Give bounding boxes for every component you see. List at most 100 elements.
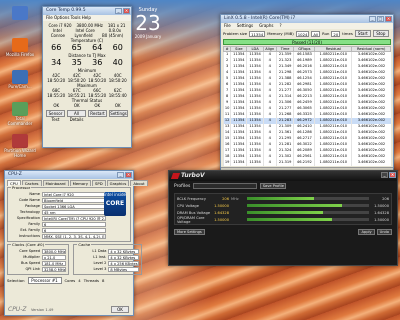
cores-value: 4 [78,278,81,283]
all-details-button[interactable]: All Details [67,110,86,122]
table-row[interactable]: 13 11354 11354 4 21.309 46.2410 1.080211e-010 3… [222,123,391,130]
column-header[interactable]: Residual (norm) [351,46,391,52]
desktop-icon-purecam[interactable]: Pure/Cam... [3,70,37,89]
threads-label: Threads [83,278,99,283]
linx-titlebar[interactable]: LinX 0.5.8 - Intel(R) Core(TM) i7 _ □ × [221,15,393,23]
table-row[interactable]: 4 11354 11354 4 21.298 46.2573 1.080211e-010 3.… [222,69,391,76]
slider-fill [247,218,333,221]
minimize-button[interactable]: _ [369,16,376,22]
coretemp-titlebar[interactable]: Core Temp 0.99.5 _ × [43,7,131,15]
table-cell: 21.361 [275,129,294,136]
table-row[interactable]: 5 11354 11354 4 21.388 46.1254 1.080211e-010 3.… [222,75,391,82]
table-row[interactable]: 3 11354 11354 4 21.349 46.2016 1.080211e-010 3.… [222,63,391,70]
table-cell: 11354 [246,93,264,100]
calendar-gadget[interactable]: Sunday 23 2009 January [133,6,163,44]
ok-button[interactable]: OK [111,306,129,313]
table-cell: 46.2561 [293,153,315,160]
table-row[interactable]: 10 11354 11354 4 21.277 46.3065 1.080211e-010 3… [222,105,391,112]
group-title: Clocks (Core #0) [11,242,46,247]
table-cell: 19 [222,159,231,166]
close-button[interactable]: × [385,16,392,22]
setting-target[interactable]: 1.50000 [371,204,389,208]
setting-target[interactable]: 1.50000 [371,218,389,222]
problem-size-input[interactable]: 11354 [249,30,266,37]
restart-button[interactable]: Restart [88,110,107,117]
info-value: 6 [42,221,106,227]
table-row[interactable]: 19 11354 11354 4 21.319 46.2192 1.080211e-010 3… [222,159,391,166]
table-cell: 11354 [230,51,247,58]
table-cell: 11354 [246,129,264,136]
max-time: 18:55:40 [108,93,127,98]
save-profile-button[interactable]: Save Profile [260,183,287,189]
close-button[interactable]: × [389,172,396,178]
undo-button[interactable]: Undo [376,229,392,235]
tab-mainboard[interactable]: Mainboard [42,180,69,186]
info-label: Code Name [19,198,40,202]
table-row[interactable]: 7 11354 11354 4 21.277 46.3050 1.080211e-010 3.… [222,87,391,94]
setting-slider[interactable] [247,204,369,207]
table-row[interactable]: 15 11354 11354 4 21.295 46.2717 1.080211e-010 3… [222,135,391,142]
tab-graphics[interactable]: Graphics [106,180,130,186]
table-cell: 11354 [230,93,247,100]
core0-dist: 34 [51,58,62,67]
setting-target[interactable]: 206 [371,197,389,201]
setting-target[interactable]: 1.64328 [371,211,389,215]
tab-memory[interactable]: Memory [69,180,92,186]
sensor-test-button[interactable]: Sensor Test [46,110,65,122]
info-label: QPI Link [25,267,40,271]
status-value: OK [94,103,101,108]
voltage-settings: BCLK Frequency 206 MHz 206 CPU Voltage 1.5000… [174,193,392,225]
menu-graphs[interactable]: Graphs [259,23,273,29]
close-button[interactable]: × [125,172,132,178]
table-row[interactable]: 18 11354 11354 4 21.302 46.2561 1.080211e-010 3… [222,153,391,160]
table-row[interactable]: 6 11354 11354 4 21.282 46.2981 1.080211e-010 3.… [222,81,391,88]
more-settings-button[interactable]: More Settings [174,229,205,235]
table-row[interactable]: 9 11354 11354 4 21.306 46.2459 1.080211e-010 3.… [222,99,391,106]
setting-slider[interactable] [247,218,369,221]
menu-settings[interactable]: Settings [237,23,253,29]
table-cell: 46.1254 [293,75,315,82]
memory-input[interactable]: 1024 [295,30,310,37]
table-cell: 1.080211e-010 [314,69,352,76]
turbov-header[interactable]: TurboV _ × [169,171,397,181]
minimize-button[interactable]: _ [115,8,122,14]
table-row[interactable]: 14 11354 11354 4 21.361 46.1286 1.080211e-010 3… [222,129,391,136]
minimize-button[interactable]: _ [117,172,124,178]
table-row[interactable]: 2 11354 11354 4 21.323 46.1989 1.080211e-010 3.… [222,57,391,64]
all-checkbox[interactable]: All [311,30,321,37]
minimize-button[interactable]: _ [381,172,388,178]
table-row[interactable]: 12 11354 11354 4 21.283 46.2972 1.080211e-010 3… [222,117,391,124]
table-row[interactable]: 1 11354 11354 4 21.359 46.1583 1.080211e-010 3.… [222,51,391,58]
table-row[interactable]: 16 11354 11354 4 21.281 46.3022 1.080211e-010 3… [222,141,391,148]
desktop-icon-total-commander[interactable]: Total Commander [3,102,37,126]
table-row[interactable]: 17 11354 11354 4 21.324 46.2089 1.080211e-010 3… [222,147,391,154]
close-button[interactable]: × [123,8,130,14]
setting-slider[interactable] [247,197,369,200]
setting-slider[interactable] [247,211,369,214]
tab-about[interactable]: About [130,180,148,186]
desktop-icon-partition-wizard[interactable]: Partition Wizard Home [3,134,37,158]
table-row[interactable]: 11 11354 11354 4 21.268 46.3325 1.080211e-010 3… [222,111,391,118]
apply-button[interactable]: Apply [358,229,375,235]
desktop-icon-1[interactable] [3,6,37,20]
info-value: Intel(R) Core(TM) i7 CPU 920 @ 2.67GHz [42,215,106,221]
table-row[interactable]: 8 11354 11354 4 21.314 46.2213 1.080211e-010 3.… [222,93,391,100]
profiles-dropdown[interactable] [193,183,258,189]
test-status-bar: Passed (11/20) [223,39,391,45]
info-label: Family [28,222,40,226]
settings-button[interactable]: Settings [109,110,128,117]
table-cell: 1.080211e-010 [314,147,352,154]
times-input[interactable]: 20 [331,30,341,37]
start-button[interactable]: Start [354,30,371,37]
selection-dropdown[interactable]: Processor #1 [27,277,62,284]
menu-help[interactable]: ? [279,23,281,29]
cpuz-titlebar[interactable]: CPU-Z _ × [5,171,133,179]
table-cell: 46.3022 [293,141,315,148]
info-label: Ext. Family [20,228,40,232]
info-label: Instructions [18,234,40,238]
tab-spd[interactable]: SPD [92,180,106,186]
menu-file[interactable]: File [224,23,231,29]
maximize-button[interactable]: □ [377,16,384,22]
desktop-icon-firefox[interactable]: Mozilla Firefox [3,38,37,57]
stop-button[interactable]: Stop [372,30,389,37]
